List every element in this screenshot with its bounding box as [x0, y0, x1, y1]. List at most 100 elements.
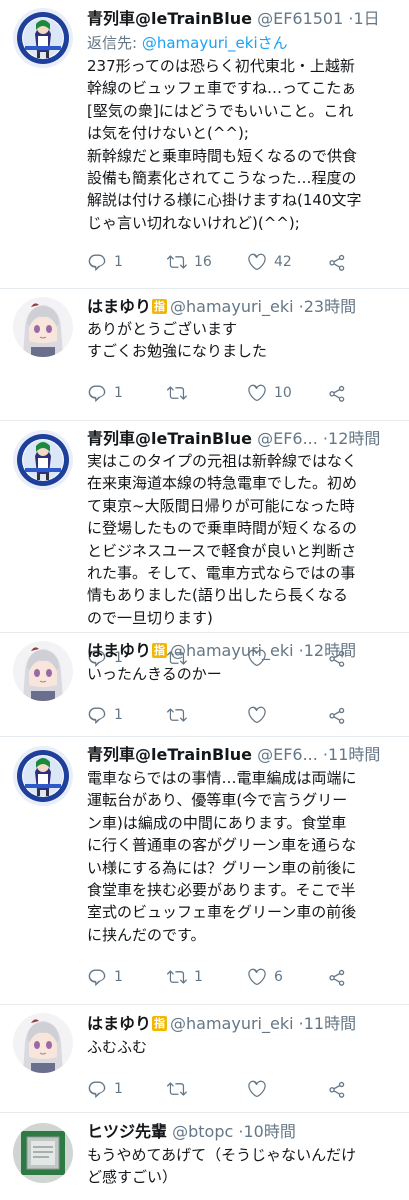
divider: [0, 1112, 409, 1113]
reply-count: 1: [114, 1081, 123, 1097]
like-button[interactable]: [247, 703, 274, 727]
share-button[interactable]: [327, 1077, 347, 1101]
tweet-text: ありがとうございます すごくお勉強になりました: [87, 320, 268, 361]
tweet-text: いったんきるのかー: [87, 665, 222, 683]
retweet-icon: [167, 967, 187, 987]
tweet-text: 電車ならではの事情…電車編成は両端に 運転台があり、優等車(今で言うグリー ン車…: [87, 769, 357, 944]
avatar[interactable]: [13, 8, 73, 68]
avatar[interactable]: [13, 746, 73, 806]
share-button[interactable]: [327, 381, 347, 405]
like-count: 42: [274, 254, 292, 270]
timestamp[interactable]: 11時間: [328, 745, 380, 764]
share-icon: [327, 967, 347, 987]
user-handle[interactable]: @btopc: [172, 1122, 233, 1141]
badge: 指: [152, 1016, 168, 1031]
display-name[interactable]: はまゆり: [87, 1014, 151, 1033]
reply-icon: [87, 252, 107, 272]
share-icon: [327, 252, 347, 272]
tweet-actions: 1 16 42: [87, 250, 387, 274]
retweet-button[interactable]: [167, 1077, 194, 1101]
reply-icon: [87, 705, 107, 725]
retweet-icon: [167, 1079, 187, 1099]
timestamp[interactable]: 11時間: [304, 1014, 356, 1033]
avatar[interactable]: [13, 297, 73, 357]
retweet-count: 16: [194, 254, 212, 270]
like-count: 10: [274, 385, 292, 401]
like-count: 6: [274, 969, 283, 985]
retweet-button[interactable]: 16: [167, 250, 212, 274]
display-name[interactable]: 青列車@leTrainBlue: [87, 429, 252, 448]
tweet-actions: 1 1 6: [87, 965, 387, 989]
like-button[interactable]: 6: [247, 965, 283, 989]
reply-to-link[interactable]: @hamayuri_ekiさん: [142, 34, 288, 52]
avatar[interactable]: [13, 430, 73, 490]
avatar[interactable]: [13, 641, 73, 701]
user-handle[interactable]: @hamayuri_eki: [170, 641, 294, 660]
display-name[interactable]: 青列車@leTrainBlue: [87, 745, 252, 764]
user-handle[interactable]: @EF61501: [257, 9, 343, 28]
share-button[interactable]: [327, 703, 347, 727]
tweet-actions: 1 10: [87, 381, 387, 405]
heart-icon: [247, 705, 267, 725]
retweet-button[interactable]: [167, 381, 194, 405]
reply-button[interactable]: 1: [87, 703, 123, 727]
tweet-header: ヒツジ先輩 @btopc ·10時間: [87, 1120, 399, 1144]
reply-button[interactable]: 1: [87, 381, 123, 405]
user-handle[interactable]: @hamayuri_eki: [170, 297, 294, 316]
badge: 指: [152, 299, 168, 314]
divider: [0, 736, 409, 737]
tweet-text: 実はこのタイプの元祖は新幹線ではなく 在来東海道本線の特急電車でした。初め て東…: [87, 452, 358, 627]
display-name[interactable]: はまゆり: [87, 641, 151, 660]
avatar[interactable]: [13, 1123, 73, 1183]
reply-icon: [87, 1079, 107, 1099]
tweet-text: ふむふむ: [87, 1038, 148, 1056]
reply-count: 1: [114, 254, 123, 270]
timestamp[interactable]: 10時間: [243, 1122, 295, 1141]
user-handle[interactable]: @EF6...: [257, 429, 318, 448]
retweet-icon: [167, 383, 187, 403]
reply-to: 返信先: @hamayuri_ekiさん: [87, 32, 288, 54]
like-button[interactable]: [247, 1077, 274, 1101]
share-button[interactable]: [327, 965, 347, 989]
timestamp[interactable]: 12時間: [304, 641, 356, 660]
tweet-header: はまゆり指 @hamayuri_eki ·23時間: [87, 295, 399, 319]
share-icon: [327, 1079, 347, 1099]
heart-icon: [247, 252, 267, 272]
retweet-icon: [167, 705, 187, 725]
user-handle[interactable]: @EF6...: [257, 745, 318, 764]
reply-icon: [87, 383, 107, 403]
reply-button[interactable]: 1: [87, 965, 123, 989]
timestamp[interactable]: 23時間: [304, 297, 356, 316]
display-name[interactable]: 青列車@leTrainBlue: [87, 9, 252, 28]
retweet-icon: [167, 252, 187, 272]
tweet-text: 237形ってのは恐らく初代東北・上越新 幹線のビュッフェ車ですね…ってこたぁ […: [87, 57, 362, 232]
share-icon: [327, 705, 347, 725]
reply-button[interactable]: 1: [87, 250, 123, 274]
divider: [0, 420, 409, 421]
tweet-text: もうやめてあげて（そうじゃないんだけ ど感すごい）: [87, 1146, 357, 1187]
share-button[interactable]: [327, 250, 347, 274]
tweet-actions: 1: [87, 703, 387, 727]
display-name[interactable]: はまゆり: [87, 297, 151, 316]
tweet-header: 青列車@leTrainBlue @EF61501 ·1日: [87, 7, 399, 31]
reply-count: 1: [114, 385, 123, 401]
display-name[interactable]: ヒツジ先輩: [87, 1122, 167, 1141]
avatar[interactable]: [13, 1013, 73, 1073]
reply-count: 1: [114, 707, 123, 723]
heart-icon: [247, 1079, 267, 1099]
divider: [0, 288, 409, 289]
tweet-header: はまゆり指 @hamayuri_eki ·11時間: [87, 1012, 399, 1036]
retweet-button[interactable]: [167, 703, 194, 727]
retweet-button[interactable]: 1: [167, 965, 203, 989]
share-icon: [327, 383, 347, 403]
heart-icon: [247, 383, 267, 403]
timestamp[interactable]: 12時間: [328, 429, 380, 448]
tweet-header: 青列車@leTrainBlue @EF6... ·12時間: [87, 427, 399, 451]
tweet-header: 青列車@leTrainBlue @EF6... ·11時間: [87, 743, 399, 767]
like-button[interactable]: 42: [247, 250, 292, 274]
like-button[interactable]: 10: [247, 381, 292, 405]
reply-button[interactable]: 1: [87, 1077, 123, 1101]
heart-icon: [247, 967, 267, 987]
user-handle[interactable]: @hamayuri_eki: [170, 1014, 294, 1033]
timestamp[interactable]: 1日: [353, 9, 379, 28]
